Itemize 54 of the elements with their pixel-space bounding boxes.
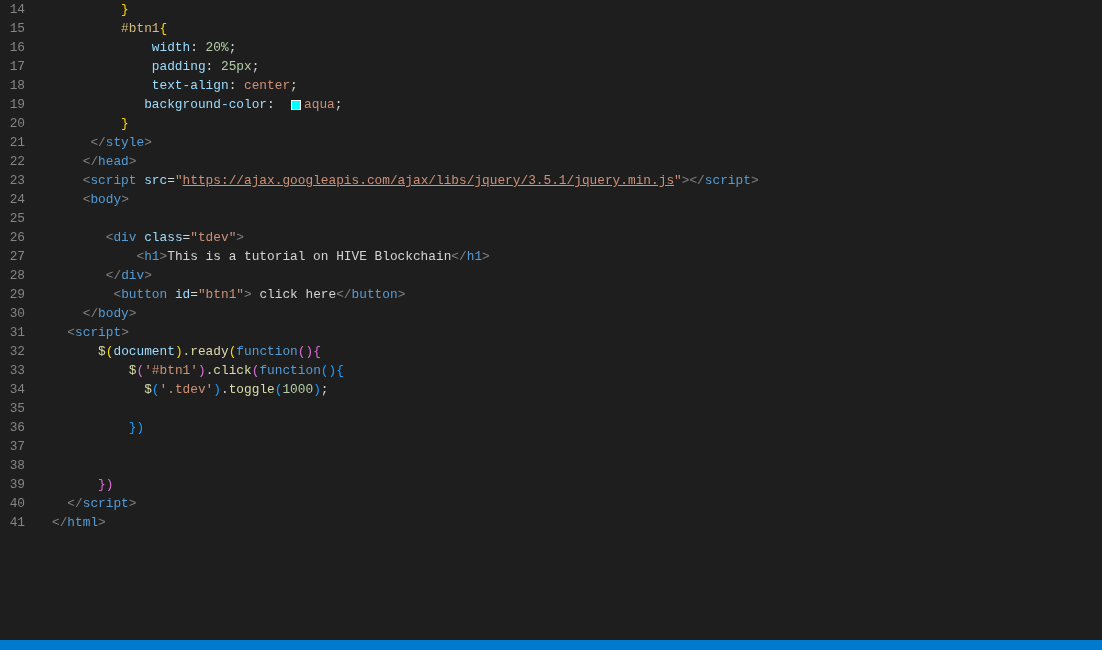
code-text: $(document).ready(function(){ [97, 344, 321, 359]
code-text: aqua; [304, 97, 343, 112]
code-text: <div class="tdev"> [104, 230, 244, 245]
line-number: 20 [8, 116, 25, 131]
code-text: <body> [81, 192, 129, 207]
line-number: 22 [8, 154, 25, 169]
line-number: 40 [8, 496, 25, 511]
line-number: 30 [8, 306, 25, 321]
line-number: 26 [8, 230, 25, 245]
code-text: }) [127, 420, 145, 435]
code-text: <script src="https://ajax.googleapis.com/ajax/libs/jquery/3.5.1/jquery.min.js"></script> [81, 173, 759, 188]
line-number: 38 [8, 458, 25, 473]
code-text: } [120, 2, 129, 17]
line-number: 23 [8, 173, 25, 188]
code-text: background-color: [143, 97, 276, 112]
color-swatch-icon[interactable] [291, 99, 302, 110]
code-text: <h1>This is a tutorial on HIVE Blockchain</h1> [135, 249, 490, 264]
code-text: $('#btn1').click(function(){ [127, 363, 344, 378]
line-number: 36 [8, 420, 25, 435]
line-number: 17 [8, 59, 25, 74]
line-number: 31 [8, 325, 25, 340]
line-number: 34 [8, 382, 25, 397]
line-number: 27 [8, 249, 25, 264]
code-text: <button id="btn1"> click here</button> [112, 287, 406, 302]
code-text: </html> [52, 515, 106, 530]
line-number: 39 [8, 477, 25, 492]
code-text: text-align: center; [150, 78, 298, 93]
code-text: </style> [89, 135, 152, 150]
line-number: 16 [8, 40, 25, 55]
code-text: width: 20%; [150, 40, 237, 55]
line-number: 32 [8, 344, 25, 359]
code-text: } [120, 116, 129, 131]
code-text: }) [97, 477, 114, 492]
line-number: 37 [8, 439, 25, 454]
line-number: 28 [8, 268, 25, 283]
line-number: 18 [8, 78, 25, 93]
code-text: </head> [81, 154, 137, 169]
line-number: 21 [8, 135, 25, 150]
line-number: 41 [8, 515, 25, 530]
code-text: <script> [66, 325, 129, 340]
line-number: 29 [8, 287, 25, 302]
code-text: padding: 25px; [150, 59, 260, 74]
code-text: </body> [81, 306, 137, 321]
code-text: </script> [66, 496, 137, 511]
line-number: 25 [8, 211, 25, 226]
line-number: 35 [8, 401, 25, 416]
line-number: 15 [8, 21, 25, 36]
line-number: 19 [8, 97, 25, 112]
code-text: $('.tdev').toggle(1000); [143, 382, 329, 397]
line-number: 33 [8, 363, 25, 378]
code-text: #btn1{ [120, 21, 168, 36]
code-text: </div> [104, 268, 152, 283]
line-number: 14 [8, 2, 25, 17]
line-number: 24 [8, 192, 25, 207]
